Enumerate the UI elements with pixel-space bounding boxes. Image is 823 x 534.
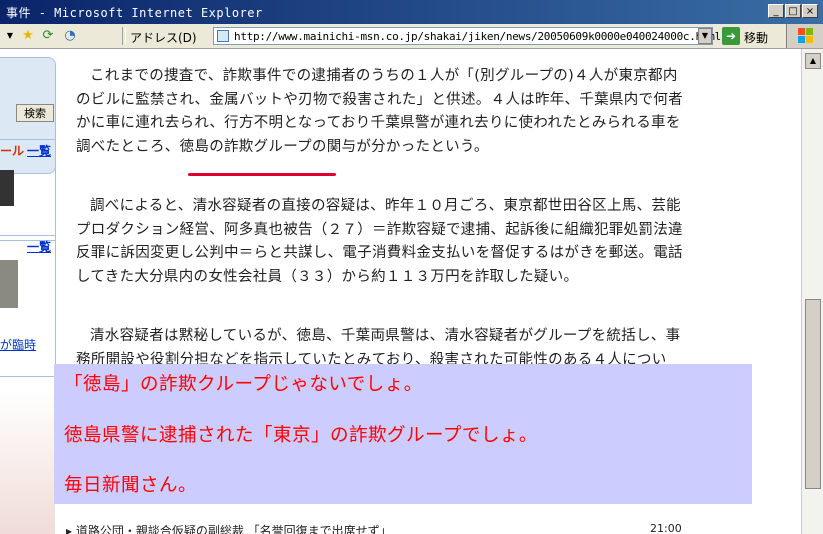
left-sidebar: 検索 ール 一覧 一覧 が臨時 (0, 49, 58, 534)
refresh-icon[interactable]: ⟳ (40, 28, 56, 44)
address-toolbar: ▼ ★ ⟳ ◔ アドレス(D) http://www.mainichi-msn.… (0, 24, 823, 49)
sidebar-section-1: ール 一覧 (0, 139, 56, 241)
annotation-overlay: 「徳島」の詐欺クループじゃないでしょ。 徳島県警に逮捕された「東京」の詐欺グルー… (54, 364, 752, 504)
annotation-line-1: 「徳島」の詐欺クループじゃないでしょ。 (64, 374, 423, 395)
address-dropdown-icon[interactable]: ▼ (698, 28, 712, 44)
scroll-thumb[interactable] (805, 299, 821, 489)
go-button[interactable]: 移動 (744, 29, 768, 46)
sidebar-footer-link[interactable]: が臨時 (0, 336, 36, 353)
close-button[interactable]: × (802, 4, 818, 18)
article-paragraph-2: 調べによると、清水容疑者の直接の容疑は、昨年１０月ごろ、東京都世田谷区上馬、芸能… (76, 198, 683, 285)
sidebar-thumbnail-2[interactable] (0, 260, 18, 308)
article-paragraph-1: これまでの捜査で、詐欺事件での逮捕者のうちの１人が「(別グループの)４人が東京都… (76, 68, 683, 155)
sidebar-section-label: ール (0, 144, 25, 158)
toolbar-separator (122, 27, 126, 45)
annotation-line-2: 徳島県警に逮捕された「東京」の詐欺グループでしょ。 (64, 425, 538, 446)
address-url[interactable]: http://www.mainichi-msn.co.jp/shakai/jik… (234, 30, 721, 43)
windows-logo-icon (786, 24, 823, 48)
sidebar-bottom-panel (0, 389, 55, 534)
address-label: アドレス(D) (130, 31, 197, 45)
news-headline[interactable]: ▸ 道路公団・親談合仮疑の副総裁 「名誉回復まで出席せず」 (66, 522, 392, 534)
sidebar-section-2: 一覧 が臨時 (0, 235, 56, 377)
sidebar-list-link-2[interactable]: 一覧 (27, 238, 51, 255)
sidebar-thumbnail-1[interactable] (0, 170, 14, 206)
search-button[interactable]: 検索 (16, 104, 54, 122)
page-icon (217, 30, 229, 42)
annotation-line-3: 毎日新聞さん。 (64, 475, 198, 496)
window-titlebar: 事件 - Microsoft Internet Explorer _ □ × (0, 0, 823, 24)
window-title: 事件 - Microsoft Internet Explorer (6, 6, 263, 20)
maximize-button[interactable]: □ (785, 4, 801, 18)
history-icon[interactable]: ◔ (62, 28, 78, 44)
favorites-star-icon[interactable]: ★ (20, 28, 36, 44)
scroll-up-icon[interactable]: ▲ (805, 53, 821, 69)
minimize-button[interactable]: _ (768, 4, 784, 18)
news-list-row[interactable]: ▸ 道路公団・親談合仮疑の副総裁 「名誉回復まで出席せず」 21:00 (66, 522, 686, 534)
news-time: 21:00 (650, 522, 682, 534)
red-underline-highlight (188, 173, 336, 176)
dropdown-arrow-icon[interactable]: ▼ (2, 28, 18, 44)
vertical-scrollbar[interactable]: ▲ (801, 49, 823, 534)
go-arrow-icon[interactable]: ➜ (722, 27, 740, 45)
sidebar-list-link-1[interactable]: 一覧 (27, 142, 51, 159)
address-input[interactable]: http://www.mainichi-msn.co.jp/shakai/jik… (213, 27, 721, 45)
